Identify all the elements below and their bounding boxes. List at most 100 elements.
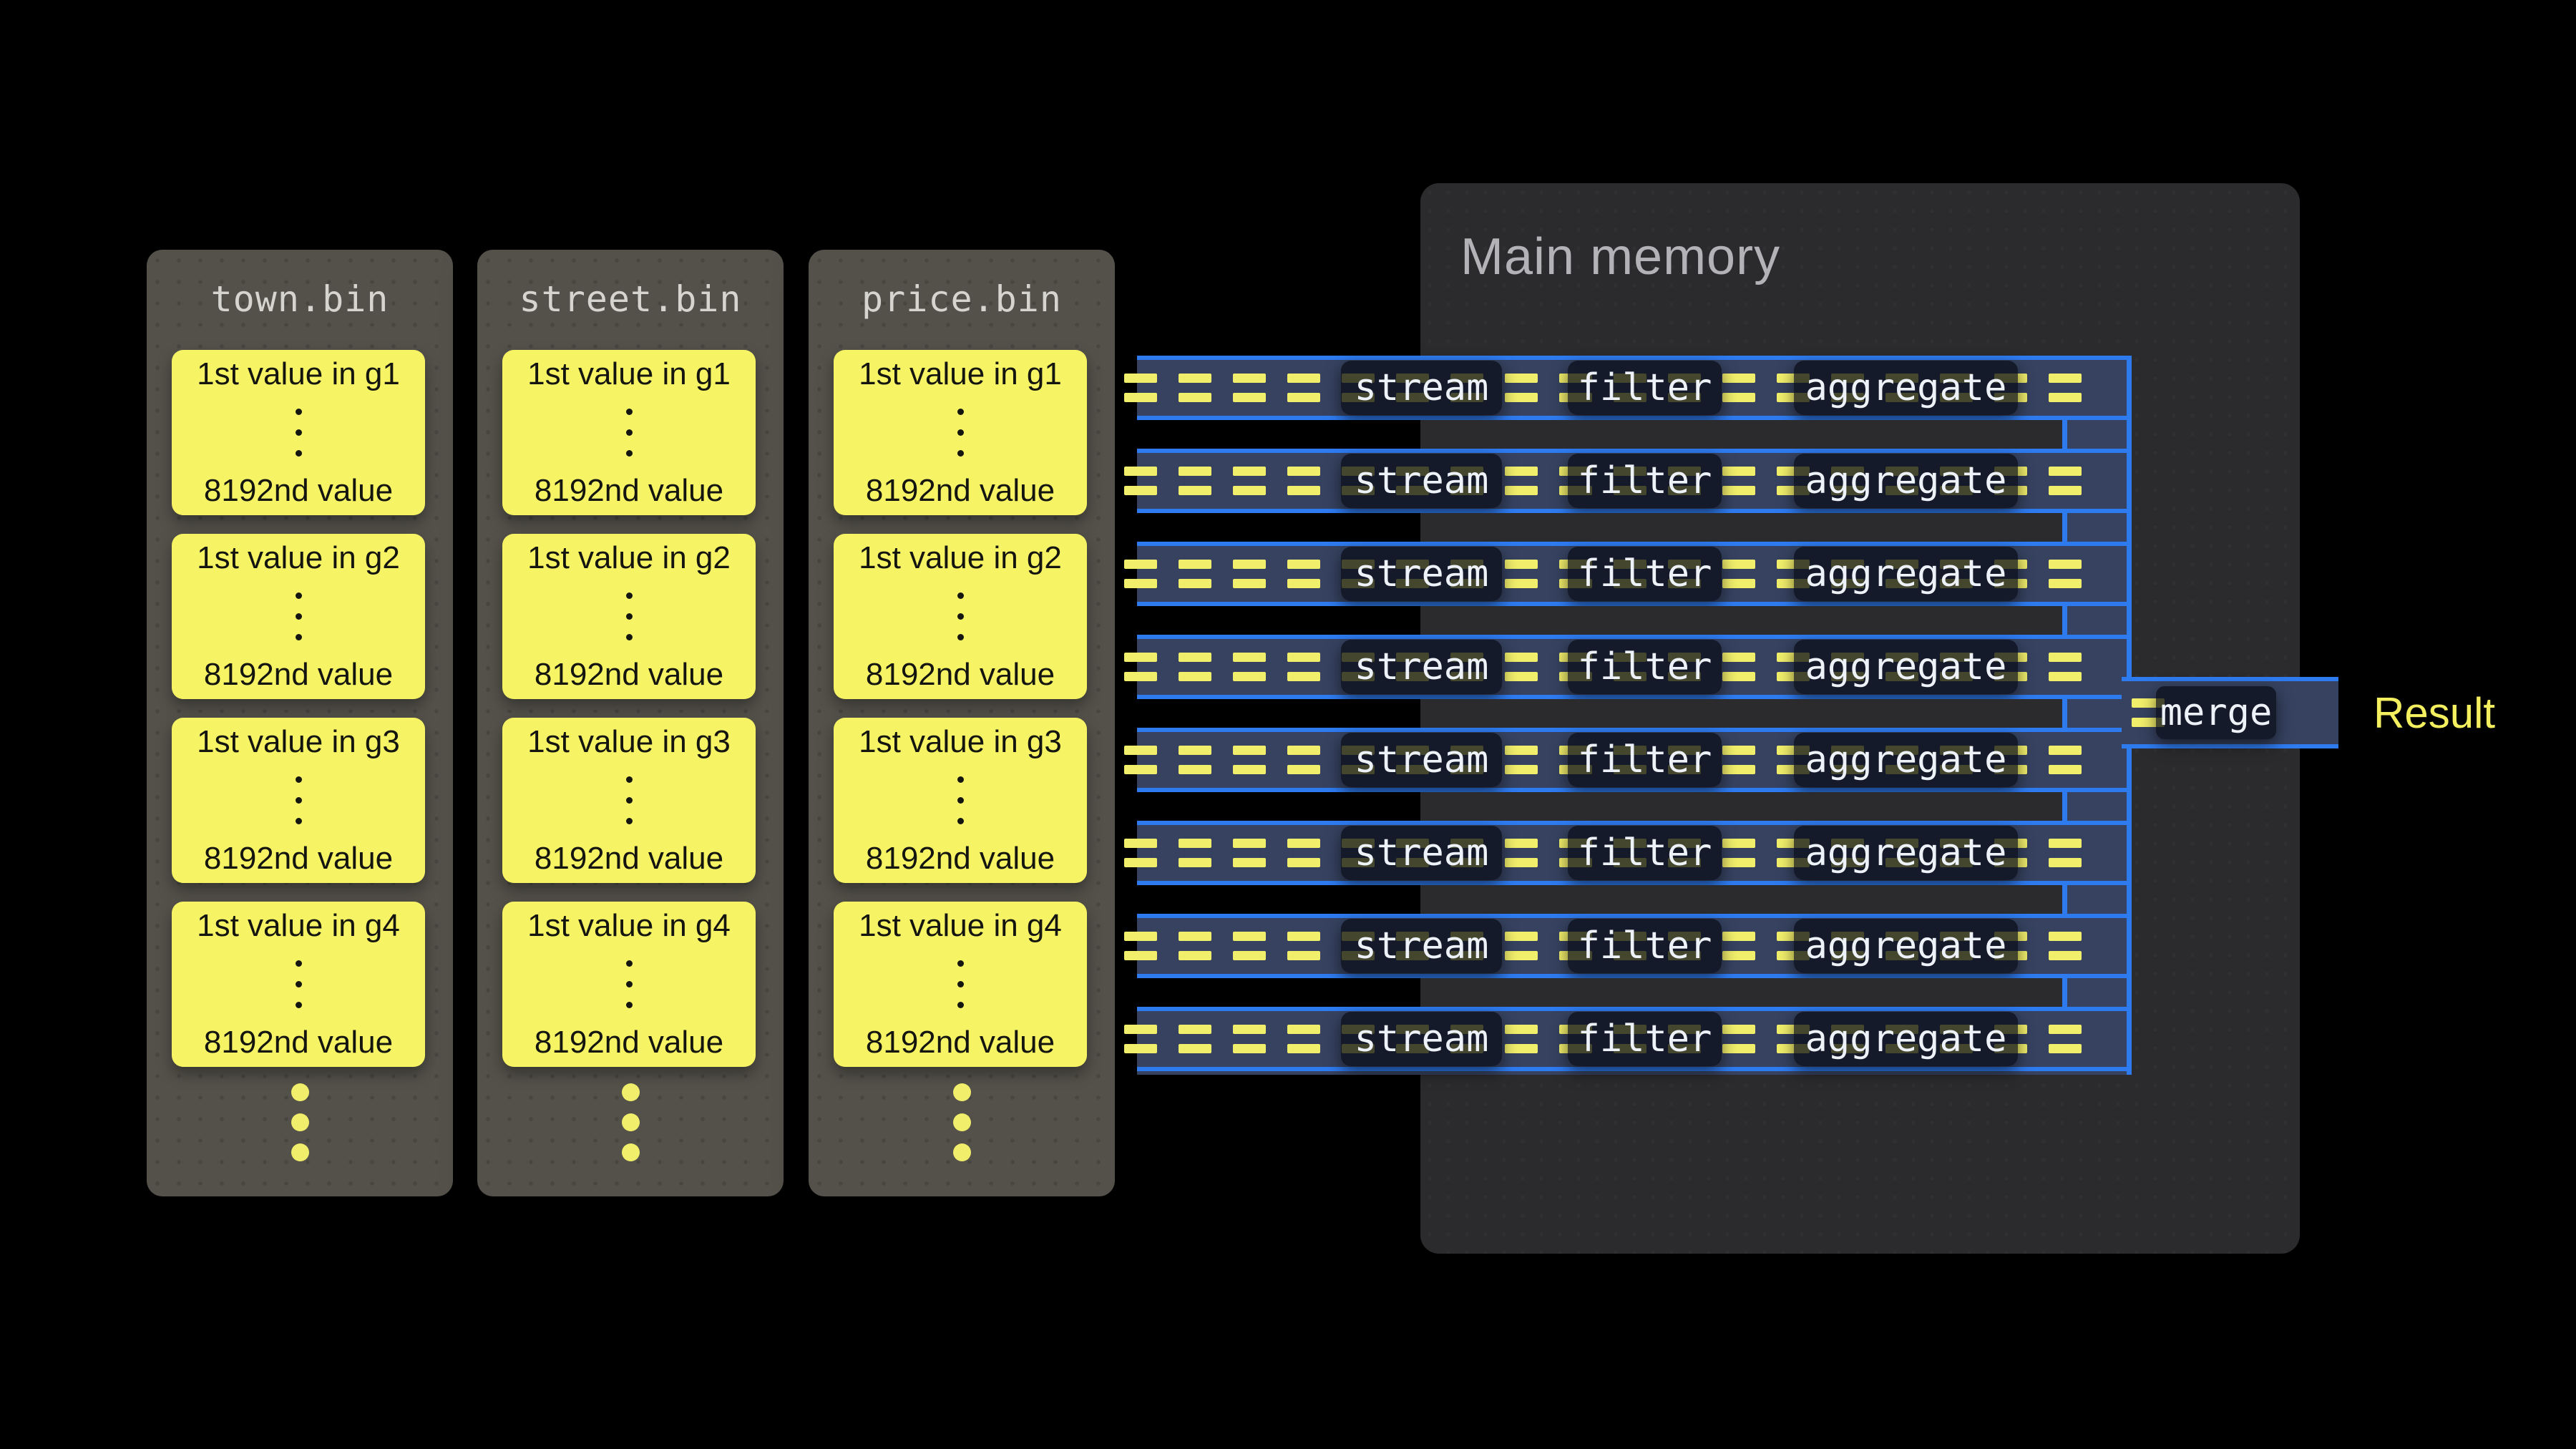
vertical-ellipsis-icon — [626, 592, 633, 640]
data-chunk-icon — [1722, 467, 1755, 495]
first-value-label: 1st value in g2 — [859, 541, 1062, 575]
dot-icon — [626, 409, 633, 415]
last-value-label: 8192nd value — [535, 474, 723, 508]
data-chunk-icon — [1233, 839, 1266, 867]
data-chunk-icon — [1233, 467, 1266, 495]
file-name-text: street.bin — [519, 278, 741, 320]
pipeline-container: streamfilteraggregatestreamfilteraggrega… — [1137, 356, 2132, 1075]
first-value-label: 1st value in g2 — [197, 541, 400, 575]
dot-icon — [957, 409, 964, 415]
aggregate-chip: aggregate — [1794, 547, 2018, 601]
data-chunk-icon — [1722, 932, 1755, 960]
data-chunk-icon — [1287, 1025, 1320, 1053]
first-value-label: 1st value in g2 — [527, 541, 731, 575]
dot-icon — [296, 409, 302, 415]
aggregate-chip: aggregate — [1794, 733, 2018, 787]
pipeline-row: streamfilteraggregate — [1137, 542, 2127, 606]
file-column: street.bin 1st value in g18192nd value 1st… — [477, 250, 784, 1196]
last-value-label: 8192nd value — [204, 1025, 393, 1060]
data-chunk-icon — [1233, 932, 1266, 960]
last-value-label: 8192nd value — [535, 1025, 723, 1060]
filter-chip: filter — [1568, 361, 1722, 415]
first-value-label: 1st value in g4 — [197, 909, 400, 943]
dot-icon — [626, 450, 633, 457]
data-chunk-icon — [1124, 932, 1157, 960]
dot-icon — [957, 960, 964, 967]
data-chunk-icon — [1505, 1025, 1538, 1053]
pipeline-gap — [1137, 606, 2067, 635]
pipeline-row: streamfilteraggregate — [1137, 821, 2127, 885]
vertical-ellipsis-icon — [296, 409, 302, 457]
data-chunk-icon — [1505, 560, 1538, 588]
data-chunk-icon — [1179, 560, 1211, 588]
dot-icon — [626, 429, 633, 436]
stream-chip: stream — [1341, 640, 1502, 694]
dot-icon — [296, 818, 302, 824]
data-chunk-icon — [1233, 560, 1266, 588]
dot-icon — [957, 613, 964, 620]
dot-icon — [622, 1143, 640, 1161]
data-chunk-icon — [1124, 467, 1157, 495]
vertical-ellipsis-icon — [296, 960, 302, 1008]
data-chunk-icon — [2049, 653, 2082, 681]
dot-icon — [626, 818, 633, 824]
dot-icon — [626, 1002, 633, 1008]
last-value-label: 8192nd value — [866, 841, 1055, 876]
dot-icon — [957, 981, 964, 987]
data-chunk-icon — [1722, 374, 1755, 402]
dot-icon — [626, 960, 633, 967]
data-chunk-icon — [1287, 467, 1320, 495]
data-chunk-icon — [2049, 374, 2082, 402]
data-chunk-icon — [1124, 839, 1157, 867]
more-groups-ellipsis-icon — [809, 1083, 1115, 1161]
dot-icon — [957, 450, 964, 457]
data-chunk-icon — [1287, 653, 1320, 681]
value-group-block: 1st value in g48192nd value — [834, 902, 1087, 1067]
data-chunk-icon — [2049, 932, 2082, 960]
data-chunk-icon — [1124, 374, 1157, 402]
data-chunk-icon — [2049, 467, 2082, 495]
aggregate-chip: aggregate — [1794, 454, 2018, 508]
dot-icon — [953, 1143, 971, 1161]
value-blocks: 1st value in g18192nd value1st value in … — [834, 350, 1087, 1085]
data-chunk-icon — [1124, 1025, 1157, 1053]
filter-chip: filter — [1568, 547, 1722, 601]
dot-icon — [957, 1002, 964, 1008]
dot-icon — [626, 634, 633, 640]
dot-icon — [296, 981, 302, 987]
aggregate-chip: aggregate — [1794, 1012, 2018, 1066]
data-chunk-icon — [1722, 653, 1755, 681]
dot-icon — [626, 613, 633, 620]
pipeline-row: streamfilteraggregate — [1137, 728, 2127, 792]
dot-icon — [626, 797, 633, 804]
vertical-ellipsis-icon — [296, 592, 302, 640]
dot-icon — [953, 1113, 971, 1131]
value-group-block: 1st value in g18192nd value — [502, 350, 756, 515]
vertical-ellipsis-icon — [626, 776, 633, 824]
value-group-block: 1st value in g38192nd value — [834, 718, 1087, 883]
value-blocks: 1st value in g18192nd value1st value in … — [172, 350, 425, 1085]
pipeline-gap — [1137, 699, 2067, 728]
dot-icon — [296, 429, 302, 436]
file-column: price.bin1st value in g18192nd value1st … — [809, 250, 1115, 1196]
file-name: town.bin — [147, 250, 453, 348]
pipeline-diagram: Main memory town.bin1st value in g18192n… — [0, 0, 2576, 1449]
aggregate-chip: aggregate — [1794, 361, 2018, 415]
aggregate-chip: aggregate — [1794, 826, 2018, 880]
pipeline-row: streamfilteraggregate — [1137, 1007, 2127, 1071]
merge-band: merge — [2122, 677, 2338, 748]
last-value-label: 8192nd value — [535, 658, 723, 692]
more-groups-ellipsis-icon — [147, 1083, 453, 1161]
data-chunk-icon — [1179, 374, 1211, 402]
data-chunk-icon — [1179, 746, 1211, 774]
stream-chip: stream — [1341, 919, 1502, 973]
data-chunk-icon — [1287, 374, 1320, 402]
data-chunk-icon — [1124, 560, 1157, 588]
value-group-block: 1st value in g28192nd value — [172, 534, 425, 699]
dot-icon — [296, 960, 302, 967]
dot-icon — [622, 1113, 640, 1131]
more-groups-ellipsis-icon — [477, 1083, 784, 1161]
last-value-label: 8192nd value — [866, 474, 1055, 508]
file-name: street.bin — [477, 250, 784, 348]
data-chunk-icon — [1287, 932, 1320, 960]
